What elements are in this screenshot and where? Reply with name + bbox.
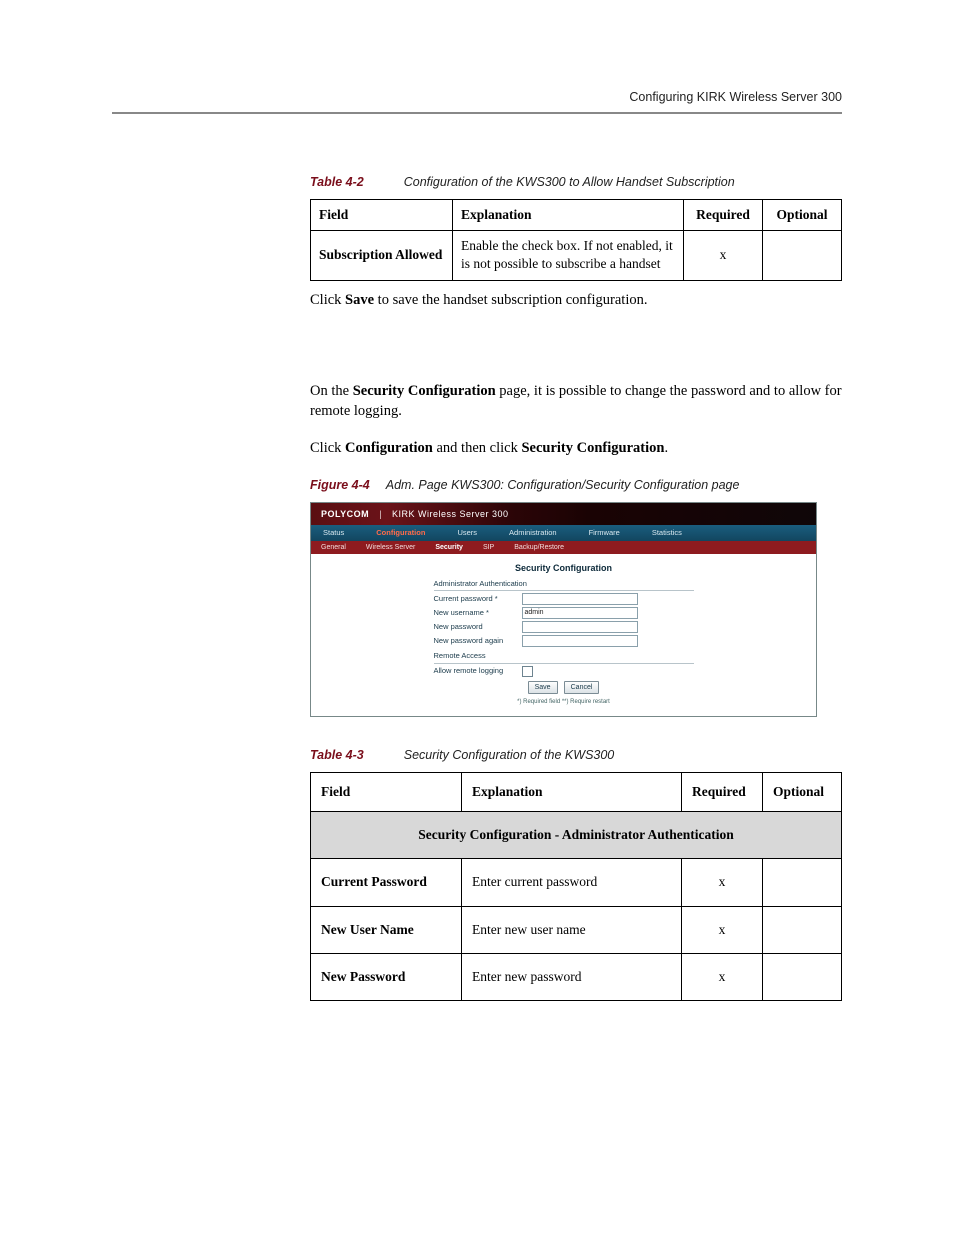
col-explanation: Explanation <box>453 199 684 230</box>
tab-status[interactable]: Status <box>311 525 364 541</box>
cell-explanation: Enter new user name <box>462 906 682 953</box>
figure-4-4: POLYCOM | KIRK Wireless Server 300 Statu… <box>310 502 842 717</box>
table-section-row: Security Configuration - Administrator A… <box>311 812 842 859</box>
label-new-username: New username * <box>434 608 516 618</box>
cell-optional <box>763 953 842 1000</box>
figure-4-4-label: Figure 4-4 <box>310 477 370 494</box>
panel-title: Security Configuration <box>321 562 806 574</box>
cell-field: New User Name <box>311 906 462 953</box>
cell-required: x <box>682 859 763 906</box>
section-remote-access: Remote Access <box>434 650 694 663</box>
label-allow-remote-logging: Allow remote logging <box>434 666 516 676</box>
text-bold: Security Configuration <box>353 383 496 399</box>
table-row: Field Explanation Required Optional <box>311 773 842 812</box>
tab-firmware[interactable]: Firmware <box>577 525 640 541</box>
cancel-button[interactable]: Cancel <box>564 681 600 694</box>
top-tabs: Status Configuration Users Administratio… <box>311 525 816 541</box>
text-bold: Configuration <box>345 440 433 456</box>
text: On the <box>310 383 353 399</box>
tab-users[interactable]: Users <box>445 525 497 541</box>
section-heading: Security Configuration - Administrator A… <box>311 812 842 859</box>
subtab-general[interactable]: General <box>311 541 356 554</box>
table-4-3-label: Table 4-3 <box>310 747 364 764</box>
table-4-3-title: Security Configuration of the KWS300 <box>404 747 615 764</box>
cell-explanation: Enter new password <box>462 953 682 1000</box>
col-required: Required <box>682 773 763 812</box>
label-current-password: Current password * <box>434 594 516 604</box>
text-bold: Save <box>345 292 374 308</box>
paragraph-nav-steps: Click Configuration and then click Secur… <box>310 439 842 459</box>
save-button[interactable]: Save <box>528 681 558 694</box>
table-row: Current Password Enter current password … <box>311 859 842 906</box>
tab-configuration[interactable]: Configuration <box>364 525 445 541</box>
checkbox-allow-remote-logging[interactable] <box>522 666 533 677</box>
subtab-backup-restore[interactable]: Backup/Restore <box>504 541 574 554</box>
text-bold: Security Configuration <box>521 440 664 456</box>
product-name: KIRK Wireless Server 300 <box>392 508 509 520</box>
table-4-2-label: Table 4-2 <box>310 174 364 191</box>
tab-statistics[interactable]: Statistics <box>640 525 702 541</box>
paragraph-security-intro: On the Security Configuration page, it i… <box>310 382 842 421</box>
input-new-username[interactable]: admin <box>522 607 638 619</box>
subtab-wireless-server[interactable]: Wireless Server <box>356 541 425 554</box>
table-row: Subscription Allowed Enable the check bo… <box>311 231 842 280</box>
text: and then click <box>433 440 522 456</box>
figure-4-4-caption: Figure 4-4 Adm. Page KWS300: Configurati… <box>310 477 842 494</box>
table-4-2-title: Configuration of the KWS300 to Allow Han… <box>404 174 735 191</box>
text: to save the handset subscription configu… <box>374 292 647 308</box>
cell-optional <box>763 231 842 280</box>
input-current-password[interactable] <box>522 593 638 605</box>
table-row: Field Explanation Required Optional <box>311 199 842 230</box>
label-new-password: New password <box>434 622 516 632</box>
input-new-password-again[interactable] <box>522 635 638 647</box>
table-4-2-caption: Table 4-2 Configuration of the KWS300 to… <box>310 174 842 191</box>
cell-optional <box>763 859 842 906</box>
subtab-sip[interactable]: SIP <box>473 541 504 554</box>
table-4-2: Field Explanation Required Optional Subs… <box>310 199 842 281</box>
table-4-3: Field Explanation Required Optional Secu… <box>310 772 842 1001</box>
cell-field: Current Password <box>311 859 462 906</box>
col-optional: Optional <box>763 773 842 812</box>
label-new-password-again: New password again <box>434 636 516 646</box>
cell-required: x <box>682 953 763 1000</box>
separator-icon: | <box>379 508 382 520</box>
paragraph-save: Click Save to save the handset subscript… <box>310 291 842 311</box>
form-footnote: *) Required field **) Require restart <box>434 698 694 706</box>
cell-optional <box>763 906 842 953</box>
text: Click <box>310 292 345 308</box>
col-required: Required <box>684 199 763 230</box>
text: Click <box>310 440 345 456</box>
col-field: Field <box>311 773 462 812</box>
input-new-password[interactable] <box>522 621 638 633</box>
col-optional: Optional <box>763 199 842 230</box>
text: . <box>664 440 668 456</box>
cell-field: New Password <box>311 953 462 1000</box>
cell-required: x <box>684 231 763 280</box>
table-row: New Password Enter new password x <box>311 953 842 1000</box>
cell-explanation: Enter current password <box>462 859 682 906</box>
brand-logo: POLYCOM <box>321 508 369 520</box>
section-admin-auth: Administrator Authentication <box>434 578 694 591</box>
figure-4-4-title: Adm. Page KWS300: Configuration/Security… <box>386 477 740 494</box>
cell-required: x <box>682 906 763 953</box>
cell-field: Subscription Allowed <box>311 231 453 280</box>
sub-tabs: General Wireless Server Security SIP Bac… <box>311 541 816 554</box>
tab-administration[interactable]: Administration <box>497 525 577 541</box>
subtab-security[interactable]: Security <box>425 541 473 554</box>
cell-explanation: Enable the check box. If not enabled, it… <box>453 231 684 280</box>
app-banner: POLYCOM | KIRK Wireless Server 300 <box>311 503 816 525</box>
table-row: New User Name Enter new user name x <box>311 906 842 953</box>
col-field: Field <box>311 199 453 230</box>
col-explanation: Explanation <box>462 773 682 812</box>
table-4-3-caption: Table 4-3 Security Configuration of the … <box>310 747 842 764</box>
running-head: Configuring KIRK Wireless Server 300 <box>629 90 842 104</box>
header-rule <box>112 112 842 114</box>
